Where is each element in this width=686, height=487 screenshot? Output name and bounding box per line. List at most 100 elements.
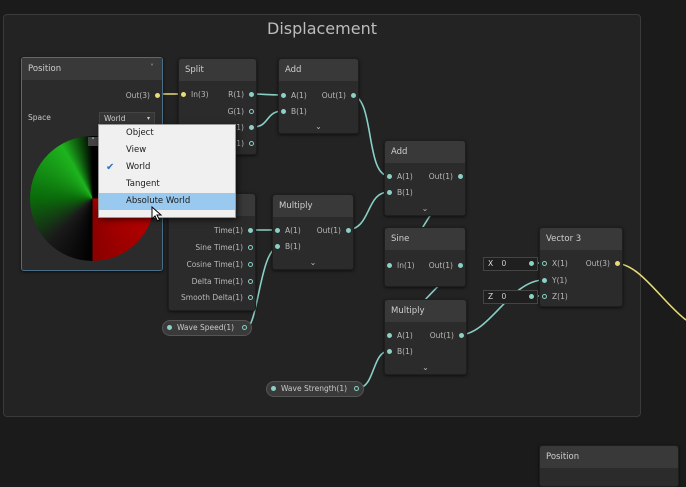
add2-in-b[interactable]: B(1)	[385, 187, 413, 199]
add-in-a[interactable]: A(1)	[279, 90, 307, 102]
split-out-g[interactable]: G(1)	[228, 106, 256, 118]
port-dot-icon[interactable]	[351, 93, 356, 98]
add-in-b[interactable]: B(1)	[279, 106, 307, 118]
multiply2-in-a[interactable]: A(1)	[385, 330, 413, 342]
port-dot-icon[interactable]	[542, 278, 547, 283]
port-dot-icon[interactable]	[458, 174, 463, 179]
multiply-in-a[interactable]: A(1)	[273, 225, 301, 237]
multiply-out[interactable]: Out(1)	[317, 225, 353, 237]
port-dot-icon[interactable]	[242, 325, 247, 330]
port-dot-icon[interactable]	[275, 244, 280, 249]
add-node[interactable]: Add A(1) B(1) Out(1) ⌄	[278, 58, 359, 134]
port-dot-icon[interactable]	[249, 125, 254, 130]
port-dot-icon[interactable]	[281, 109, 286, 114]
split-in-port[interactable]: In(3)	[179, 89, 209, 101]
preview-toggle-icon[interactable]: ˄	[88, 137, 98, 146]
delta-time-out[interactable]: Delta Time(1)	[192, 276, 255, 288]
menu-item-tangent[interactable]: Tangent	[99, 176, 235, 193]
menu-item-absolute-world[interactable]: Absolute World	[99, 193, 235, 210]
property-dot-icon	[271, 386, 276, 391]
node-title[interactable]: Add	[385, 141, 465, 163]
port-dot-icon[interactable]	[248, 295, 253, 300]
checkmark-icon: ✔	[106, 162, 115, 173]
vector3-in-z[interactable]: Z(1)	[540, 291, 568, 303]
port-dot-icon[interactable]	[249, 92, 254, 97]
port-dot-icon[interactable]	[387, 190, 392, 195]
port-dot-icon[interactable]	[387, 174, 392, 179]
port-dot-icon[interactable]	[354, 386, 359, 391]
wave-strength-property[interactable]: Wave Strength(1)	[266, 381, 364, 397]
menu-item-world[interactable]: ✔ World	[99, 159, 235, 176]
multiply-node[interactable]: Multiply A(1) B(1) Out(1) ⌄	[272, 194, 354, 270]
property-dot-icon	[167, 325, 172, 330]
port-dot-icon[interactable]	[155, 93, 160, 98]
port-dot-icon[interactable]	[181, 92, 186, 97]
port-dot-icon[interactable]	[281, 93, 286, 98]
node-title[interactable]: Position	[22, 58, 162, 80]
space-label: Space	[28, 113, 51, 122]
port-dot-icon[interactable]	[529, 294, 534, 299]
sine-time-out[interactable]: Sine Time(1)	[195, 242, 255, 254]
vector3-x-field[interactable]: X 0	[483, 257, 538, 271]
multiply2-out[interactable]: Out(1)	[430, 330, 466, 342]
multiply-in-b[interactable]: B(1)	[273, 241, 301, 253]
node-title[interactable]: Multiply	[273, 195, 353, 217]
port-dot-icon[interactable]	[249, 141, 254, 146]
node-title[interactable]: Position	[540, 446, 678, 468]
expand-chevron-icon[interactable]: ⌄	[315, 122, 322, 131]
vector3-in-x[interactable]: X(1)	[540, 258, 568, 270]
port-dot-icon[interactable]	[248, 279, 253, 284]
port-dot-icon[interactable]	[542, 294, 547, 299]
position-out-port[interactable]: Out(3)	[126, 90, 162, 102]
port-dot-icon[interactable]	[346, 228, 351, 233]
collapse-caret-icon[interactable]: ˅	[150, 63, 154, 72]
port-dot-icon[interactable]	[459, 333, 464, 338]
split-out-r[interactable]: R(1)	[228, 89, 256, 101]
add2-out[interactable]: Out(1)	[429, 171, 465, 183]
sine-node[interactable]: Sine In(1) Out(1)	[384, 227, 466, 287]
expand-chevron-icon[interactable]: ⌄	[422, 363, 429, 372]
add2-in-a[interactable]: A(1)	[385, 171, 413, 183]
port-dot-icon[interactable]	[387, 349, 392, 354]
port-dot-icon[interactable]	[387, 263, 392, 268]
node-title[interactable]: Split	[179, 59, 256, 81]
port-dot-icon[interactable]	[248, 262, 253, 267]
port-dot-icon[interactable]	[615, 261, 620, 266]
shader-graph-canvas[interactable]: Displacement Position ˅ Out(3) Space Wor…	[0, 0, 686, 487]
node-title[interactable]: Multiply	[385, 300, 466, 322]
expand-chevron-icon[interactable]: ⌄	[422, 204, 429, 213]
menu-item-view[interactable]: View	[99, 142, 235, 159]
wire-vec3-to-output	[613, 262, 686, 321]
add-node-2[interactable]: Add A(1) B(1) Out(1) ⌄	[384, 140, 466, 216]
node-title[interactable]: Add	[279, 59, 358, 81]
wave-speed-property[interactable]: Wave Speed(1)	[162, 320, 252, 336]
add-out[interactable]: Out(1)	[322, 90, 358, 102]
port-dot-icon[interactable]	[248, 228, 253, 233]
menu-item-object[interactable]: Object	[99, 125, 235, 142]
node-title[interactable]: Sine	[385, 228, 465, 250]
smooth-delta-out[interactable]: Smooth Delta(1)	[181, 292, 255, 304]
mouse-cursor-icon	[151, 206, 163, 222]
sine-out[interactable]: Out(1)	[429, 260, 465, 272]
vector3-node[interactable]: Vector 3 X(1) Y(1) Z(1) Out(3)	[539, 227, 623, 307]
port-dot-icon[interactable]	[249, 109, 254, 114]
expand-chevron-icon[interactable]: ⌄	[310, 258, 317, 267]
space-dropdown-menu[interactable]: Object View ✔ World Tangent Absolute Worl…	[98, 124, 236, 218]
vector3-z-field[interactable]: Z 0	[483, 290, 538, 304]
multiply-node-2[interactable]: Multiply A(1) B(1) Out(1) ⌄	[384, 299, 467, 375]
time-out[interactable]: Time(1)	[214, 225, 255, 237]
port-dot-icon[interactable]	[458, 263, 463, 268]
port-dot-icon[interactable]	[275, 228, 280, 233]
port-dot-icon[interactable]	[542, 261, 547, 266]
node-title[interactable]: Vector 3	[540, 228, 622, 250]
sine-in[interactable]: In(1)	[385, 260, 415, 272]
vector3-out[interactable]: Out(3)	[586, 258, 622, 270]
wire-multiply2-to-vec3-y	[458, 279, 545, 336]
vector3-in-y[interactable]: Y(1)	[540, 275, 567, 287]
multiply2-in-b[interactable]: B(1)	[385, 346, 413, 358]
port-dot-icon[interactable]	[248, 245, 253, 250]
cosine-time-out[interactable]: Cosine Time(1)	[186, 259, 255, 271]
port-dot-icon[interactable]	[529, 261, 534, 266]
port-dot-icon[interactable]	[387, 333, 392, 338]
position-node-2[interactable]: Position	[539, 445, 679, 487]
